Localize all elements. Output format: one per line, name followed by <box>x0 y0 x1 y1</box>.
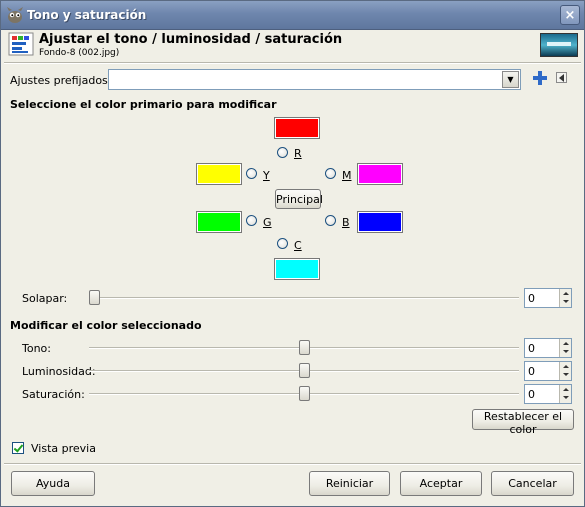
hue-label: Tono: <box>22 342 51 355</box>
saturation-label: Saturación: <box>22 388 85 401</box>
overlap-track[interactable] <box>89 297 519 299</box>
swatch-green <box>196 211 242 233</box>
radio-yellow-label: Y <box>263 169 270 182</box>
triangle-left-icon[interactable] <box>556 72 567 83</box>
hue-value: 0 <box>528 342 535 355</box>
overlap-value: 0 <box>528 292 535 305</box>
swatch-red <box>274 117 320 139</box>
saturation-value: 0 <box>528 388 535 401</box>
radio-blue-label: B <box>342 216 350 229</box>
image-thumbnail <box>540 33 578 57</box>
saturation-slider[interactable] <box>298 386 310 401</box>
radio-green[interactable] <box>246 215 257 226</box>
radio-magenta[interactable] <box>325 168 336 179</box>
master-button[interactable]: Principal <box>275 189 323 209</box>
lightness-label: Luminosidad: <box>22 365 96 378</box>
overlap-spinbox[interactable]: 0 <box>524 288 572 308</box>
radio-green-label: G <box>263 216 272 229</box>
lightness-value: 0 <box>528 365 535 378</box>
presets-combo[interactable]: ▼ <box>108 69 521 90</box>
radio-red[interactable] <box>277 147 288 158</box>
radio-red-label: R <box>294 147 302 160</box>
saturation-spin-buttons[interactable] <box>559 385 571 403</box>
swatch-cyan <box>274 258 320 280</box>
chevron-down-icon: ▼ <box>507 75 514 84</box>
gimp-icon <box>7 7 23 23</box>
preview-label: Vista previa <box>31 442 96 455</box>
header-separator <box>4 62 581 64</box>
lightness-slider[interactable] <box>298 363 310 378</box>
hue-spin-buttons[interactable] <box>559 339 571 357</box>
cancel-button[interactable]: Cancelar <box>491 471 574 496</box>
dialog-title: Ajustar el tono / luminosidad / saturaci… <box>39 32 343 47</box>
overlap-label: Solapar: <box>22 292 68 305</box>
hue-slider[interactable] <box>298 340 310 355</box>
radio-magenta-label: M <box>342 169 352 182</box>
primary-section-title: Seleccione el color primario para modifi… <box>10 98 277 111</box>
reset-color-button[interactable]: Restablecer el color <box>472 409 574 436</box>
preview-checkbox[interactable] <box>12 442 24 454</box>
hue-saturation-dialog: Tono y saturación × Ajustar el tono / lu… <box>0 0 585 507</box>
image-name: Fondo-8 (002.jpg) <box>39 48 120 58</box>
title-bar[interactable]: Tono y saturación × <box>1 1 584 30</box>
overlap-slider[interactable] <box>89 290 100 305</box>
hue-spinbox[interactable]: 0 <box>524 338 572 358</box>
saturation-spinbox[interactable]: 0 <box>524 384 572 404</box>
close-button[interactable]: × <box>560 5 580 25</box>
lightness-spinbox[interactable]: 0 <box>524 361 572 381</box>
help-button[interactable]: Ayuda <box>11 471 95 496</box>
window-title: Tono y saturación <box>27 8 147 22</box>
modify-section-title: Modificar el color seleccionado <box>10 319 202 332</box>
footer-separator <box>4 463 581 465</box>
swatch-yellow <box>196 163 242 185</box>
dialog-header: Ajustar el tono / luminosidad / saturaci… <box>1 30 584 60</box>
radio-blue[interactable] <box>325 215 336 226</box>
lightness-spin-buttons[interactable] <box>559 362 571 380</box>
radio-yellow[interactable] <box>246 168 257 179</box>
presets-dropdown-button[interactable]: ▼ <box>502 71 519 88</box>
hue-saturation-icon <box>8 32 34 56</box>
reset-button[interactable]: Reiniciar <box>309 471 390 496</box>
radio-cyan[interactable] <box>277 238 288 249</box>
swatch-magenta <box>357 163 403 185</box>
plus-icon[interactable] <box>533 71 547 85</box>
overlap-spin-buttons[interactable] <box>559 289 571 307</box>
close-icon: × <box>564 8 576 23</box>
ok-button[interactable]: Aceptar <box>400 471 482 496</box>
presets-label: Ajustes prefijados: <box>10 74 112 87</box>
radio-cyan-label: C <box>294 239 302 252</box>
swatch-blue <box>357 211 403 233</box>
